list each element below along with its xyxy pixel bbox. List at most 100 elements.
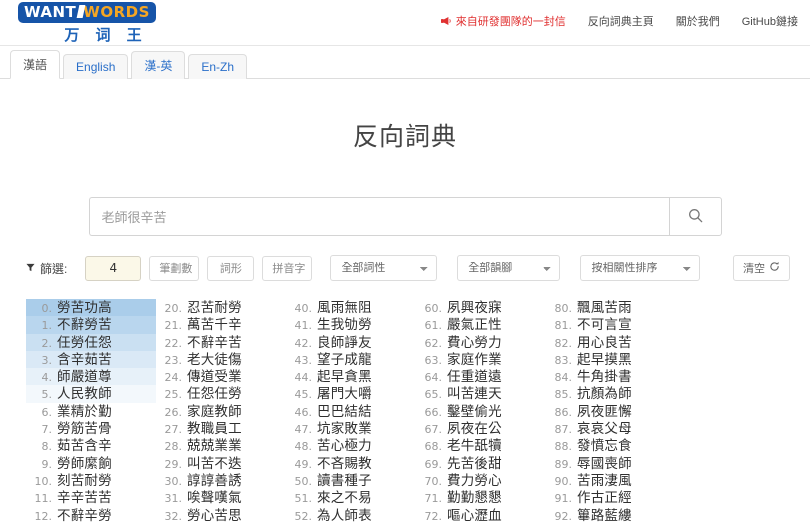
result-word[interactable]: 辱國喪師 xyxy=(577,455,632,472)
result-word[interactable]: 辛辛苦苦 xyxy=(57,489,112,506)
result-word[interactable]: 傳道受業 xyxy=(187,368,242,385)
result-word[interactable]: 教職員工 xyxy=(187,420,242,437)
result-word[interactable]: 叫苦不迭 xyxy=(187,455,242,472)
result-item[interactable]: 64.任重道遠 xyxy=(416,368,546,385)
result-item[interactable]: 62.費心勞力 xyxy=(416,334,546,351)
result-word[interactable]: 業精於勤 xyxy=(57,403,112,420)
result-item[interactable]: 22.不辭辛苦 xyxy=(156,334,286,351)
filter-pinyin-button[interactable]: 拼音字 xyxy=(262,256,312,281)
result-item[interactable]: 29.叫苦不迭 xyxy=(156,455,286,472)
result-item[interactable]: 61.嚴氣正性 xyxy=(416,316,546,333)
result-item[interactable]: 90.苦雨淒風 xyxy=(546,472,676,489)
nav-link-home[interactable]: 反向詞典主頁 xyxy=(588,13,654,29)
sort-select[interactable]: 按相關性排序 xyxy=(580,255,700,281)
result-item[interactable]: 92.篳路藍縷 xyxy=(546,507,676,524)
result-word[interactable]: 不可言宣 xyxy=(577,316,632,333)
result-word[interactable]: 先苦後甜 xyxy=(447,455,502,472)
result-item[interactable]: 21.萬苦千辛 xyxy=(156,316,286,333)
result-word[interactable]: 家庭作業 xyxy=(447,351,502,368)
result-word[interactable]: 夙興夜寐 xyxy=(447,299,502,316)
result-item[interactable]: 80.飄風苦雨 xyxy=(546,299,676,316)
result-word[interactable]: 飄風苦雨 xyxy=(577,299,632,316)
result-item[interactable]: 48.苦心極力 xyxy=(286,437,416,454)
result-word[interactable]: 來之不易 xyxy=(317,489,372,506)
tab-english[interactable]: English xyxy=(63,54,128,79)
result-word[interactable]: 兢兢業業 xyxy=(187,437,242,454)
result-word[interactable]: 不辭勞苦 xyxy=(57,316,112,333)
result-item[interactable]: 9.勞師縻餉 xyxy=(26,455,156,472)
result-item[interactable]: 88.發憤忘食 xyxy=(546,437,676,454)
result-item[interactable]: 4.師嚴道尊 xyxy=(26,368,156,385)
result-item[interactable]: 84.牛角掛書 xyxy=(546,368,676,385)
tab-english-chinese[interactable]: En-Zh xyxy=(188,54,247,79)
result-word[interactable]: 苦雨淒風 xyxy=(577,472,632,489)
result-item[interactable]: 63.家庭作業 xyxy=(416,351,546,368)
result-word[interactable]: 起早摸黑 xyxy=(577,351,632,368)
result-item[interactable]: 5.人民教師 xyxy=(26,385,156,402)
result-item[interactable]: 70.費力勞心 xyxy=(416,472,546,489)
result-item[interactable]: 68.老牛舐犢 xyxy=(416,437,546,454)
result-item[interactable]: 51.來之不易 xyxy=(286,489,416,506)
result-item[interactable]: 11.辛辛苦苦 xyxy=(26,489,156,506)
result-item[interactable]: 26.家庭教師 xyxy=(156,403,286,420)
word-length-input[interactable] xyxy=(85,256,141,281)
result-word[interactable]: 勞筋苦骨 xyxy=(57,420,112,437)
result-word[interactable]: 人民教師 xyxy=(57,385,112,402)
result-item[interactable]: 85.抗顏為師 xyxy=(546,385,676,402)
result-word[interactable]: 含辛茹苦 xyxy=(57,351,112,368)
result-item[interactable]: 89.辱國喪師 xyxy=(546,455,676,472)
result-word[interactable]: 夙夜在公 xyxy=(447,420,502,437)
result-word[interactable]: 生我劬勞 xyxy=(317,316,372,333)
result-item[interactable]: 6.業精於勤 xyxy=(26,403,156,420)
nav-link-github[interactable]: GitHub鏈接 xyxy=(742,13,798,29)
result-word[interactable]: 讀書種子 xyxy=(317,472,372,489)
result-word[interactable]: 老牛舐犢 xyxy=(447,437,502,454)
result-item[interactable]: 7.勞筋苦骨 xyxy=(26,420,156,437)
result-word[interactable]: 任怨任勞 xyxy=(187,385,242,402)
result-word[interactable]: 叫苦連天 xyxy=(447,385,502,402)
result-word[interactable]: 茹苦含辛 xyxy=(57,437,112,454)
result-item[interactable]: 83.起早摸黑 xyxy=(546,351,676,368)
result-word[interactable]: 風雨無阻 xyxy=(317,299,372,316)
result-item[interactable]: 10.刻苦耐勞 xyxy=(26,472,156,489)
result-word[interactable]: 諄諄善誘 xyxy=(187,472,242,489)
result-item[interactable]: 23.老大徒傷 xyxy=(156,351,286,368)
site-logo[interactable]: WANTWORDS 万 词 王 xyxy=(18,2,178,45)
result-item[interactable]: 47.坑家敗業 xyxy=(286,420,416,437)
result-word[interactable]: 家庭教師 xyxy=(187,403,242,420)
result-item[interactable]: 86.夙夜匪懈 xyxy=(546,403,676,420)
result-item[interactable]: 30.諄諄善誘 xyxy=(156,472,286,489)
result-item[interactable]: 65.叫苦連天 xyxy=(416,385,546,402)
result-word[interactable]: 費心勞力 xyxy=(447,334,502,351)
result-word[interactable]: 牛角掛書 xyxy=(577,368,632,385)
rhyme-select[interactable]: 全部韻腳 xyxy=(457,255,560,281)
tab-chinese-english[interactable]: 漢-英 xyxy=(131,51,185,79)
result-word[interactable]: 不辭辛苦 xyxy=(187,334,242,351)
result-word[interactable]: 勞師縻餉 xyxy=(57,455,112,472)
result-word[interactable]: 望子成龍 xyxy=(317,351,372,368)
result-word[interactable]: 任重道遠 xyxy=(447,368,502,385)
result-item[interactable]: 69.先苦後甜 xyxy=(416,455,546,472)
nav-link-about[interactable]: 關於我們 xyxy=(676,13,720,29)
result-word[interactable]: 發憤忘食 xyxy=(577,437,632,454)
nav-link-letter[interactable]: 來自研發團隊的一封信 xyxy=(441,13,566,29)
result-word[interactable]: 費力勞心 xyxy=(447,472,502,489)
result-word[interactable]: 鑿壁偷光 xyxy=(447,403,502,420)
result-item[interactable]: 42.良師諍友 xyxy=(286,334,416,351)
result-word[interactable]: 屠門大嚼 xyxy=(317,385,372,402)
result-word[interactable]: 刻苦耐勞 xyxy=(57,472,112,489)
result-word[interactable]: 起早貪黑 xyxy=(317,368,372,385)
result-item[interactable]: 27.教職員工 xyxy=(156,420,286,437)
result-word[interactable]: 勞苦功高 xyxy=(57,299,112,316)
filter-word-form-button[interactable]: 詞形 xyxy=(207,256,254,281)
result-word[interactable]: 坑家敗業 xyxy=(317,420,372,437)
result-word[interactable]: 用心良苦 xyxy=(577,334,632,351)
result-item[interactable]: 81.不可言宣 xyxy=(546,316,676,333)
result-item[interactable]: 32.勞心苦思 xyxy=(156,507,286,524)
clear-button[interactable]: 清空 xyxy=(733,255,790,281)
result-word[interactable]: 老大徒傷 xyxy=(187,351,242,368)
result-word[interactable]: 為人師表 xyxy=(317,507,372,524)
result-word[interactable]: 抗顏為師 xyxy=(577,385,632,402)
result-item[interactable]: 3.含辛茹苦 xyxy=(26,351,156,368)
tab-chinese[interactable]: 漢語 xyxy=(10,50,60,79)
